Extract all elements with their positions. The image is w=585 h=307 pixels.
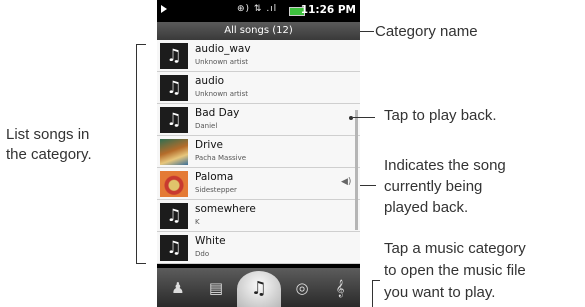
song-artist: Sidestepper [195,186,237,194]
song-row[interactable]: Drive Pacha Massive [157,136,360,168]
music-note-icon: ♫ [160,203,188,229]
genres-tab-icon[interactable]: 𝄞 [325,274,355,302]
song-artist: Ddo [195,250,210,258]
list-bracket-bottom [136,263,146,264]
song-row[interactable]: ♫ White Ddo [157,232,360,264]
song-title: audio [195,75,225,87]
song-row[interactable]: ♫ somewhere K [157,200,360,232]
song-artist: K [195,218,200,226]
song-artist: Unknown artist [195,90,248,98]
music-note-glyph: ♫ [166,110,182,130]
status-icons: ⊕) ⇅ .ıl [237,4,278,14]
tap-to-play-label: Tap to play back. [384,107,497,124]
music-note-icon: ♫ [160,75,188,101]
album-art-thumbnail [160,139,188,165]
category-name-label: Category name [375,23,478,40]
status-bar: ⊕) ⇅ .ıl 11:26 PM [157,0,360,22]
status-time: 11:26 PM [300,4,356,16]
song-title: audio_wav [195,43,251,55]
category-header: All songs (12) [157,22,360,40]
now-playing-label-line1: Indicates the song [384,157,506,174]
song-artist: Daniel [195,122,218,130]
music-note-icon: ♫ [160,107,188,133]
song-artist: Pacha Massive [195,154,247,162]
songs-tab-icon[interactable]: ♫ [237,271,281,307]
artists-tab-icon[interactable]: ♟ [163,274,193,302]
now-playing-label-line3: played back. [384,199,469,216]
list-bracket-top [136,44,146,45]
tap-category-label-line3: you want to play. [384,284,496,301]
song-title: Drive [195,139,223,151]
list-songs-label-line1: List songs in [6,126,90,143]
category-tab-bar: ♟ ▤ ♫ ◎ 𝄞 [157,268,360,307]
song-row[interactable]: Paloma Sidestepper ◀) [157,168,360,200]
category-tab-bracket-top [372,280,380,281]
song-list: ♫ audio_wav Unknown artist ♫ audio Unknown ar… [157,40,360,264]
now-playing-speaker-icon: ◀) [341,177,352,187]
album-art-thumbnail [160,171,188,197]
now-playing-leader [360,185,376,186]
now-playing-label-line2: currently being [384,178,483,195]
list-songs-label-line2: the category. [6,146,92,163]
song-row[interactable]: ♫ Bad Day Daniel [157,104,360,136]
music-note-glyph: ♫ [166,78,182,98]
music-note-icon: ♫ [160,235,188,261]
song-title: Bad Day [195,107,240,119]
song-row[interactable]: ♫ audio Unknown artist [157,72,360,104]
scrollbar[interactable] [355,110,358,230]
notification-flag-icon [161,5,167,13]
category-tab-bracket [372,280,373,307]
song-title: White [195,235,226,247]
music-note-icon: ♫ [160,43,188,69]
music-note-glyph: ♫ [166,206,182,226]
albums-tab-icon[interactable]: ▤ [201,274,231,302]
song-title: somewhere [195,203,256,215]
tap-to-play-leader [353,117,375,118]
music-note-glyph: ♫ [166,46,182,66]
tap-category-label-line1: Tap a music category [384,240,526,257]
list-bracket [136,44,137,264]
song-artist: Unknown artist [195,58,248,66]
tap-category-label-line2: to open the music file [384,262,526,279]
phone-screen: ⊕) ⇅ .ıl 11:26 PM All songs (12) ♫ audio_… [157,0,360,307]
music-note-glyph: ♫ [166,238,182,258]
song-row[interactable]: ♫ audio_wav Unknown artist [157,40,360,72]
playlists-tab-icon[interactable]: ◎ [287,274,317,302]
category-name-leader [360,31,374,32]
song-title: Paloma [195,171,234,183]
